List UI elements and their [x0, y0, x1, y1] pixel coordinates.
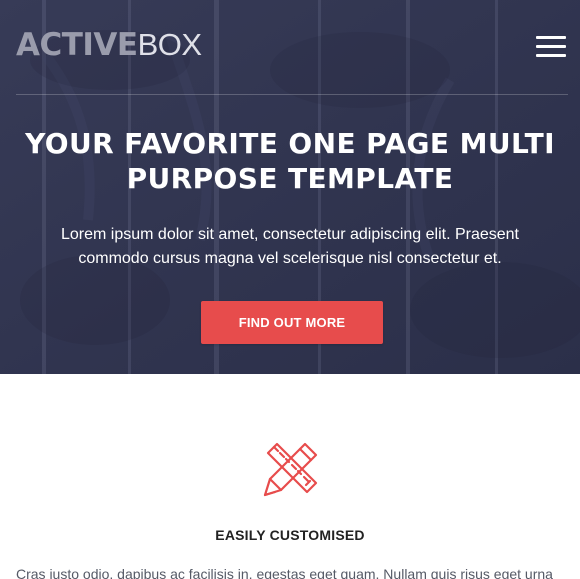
find-out-more-button[interactable]: FIND OUT MORE	[201, 301, 383, 344]
logo-active-text: ACTIVE	[16, 27, 138, 63]
hero-section: ACTIVEBOX YOUR FAVORITE ONE PAGE MULTI P…	[0, 0, 580, 374]
hero-description: Lorem ipsum dolor sit amet, consectetur …	[61, 226, 519, 267]
hero-title: YOUR FAVORITE ONE PAGE MULTI PURPOSE TEM…	[25, 127, 555, 195]
menu-bar-middle	[536, 45, 566, 48]
logo[interactable]: ACTIVEBOX	[16, 27, 202, 63]
logo-box-text: BOX	[137, 27, 202, 62]
pencil-ruler-icon	[263, 442, 318, 497]
top-navigation: ACTIVEBOX	[0, 0, 580, 94]
nav-divider	[16, 94, 568, 95]
hamburger-menu-button[interactable]	[534, 36, 568, 58]
menu-bar-bottom	[536, 54, 566, 57]
feature-title: EASILY CUSTOMISED	[215, 527, 365, 543]
features-section: EASILY CUSTOMISED Cras justo odio, dapib…	[0, 374, 580, 579]
menu-bar-top	[536, 36, 566, 39]
feature-description: Cras justo odio, dapibus ac facilisis in…	[16, 566, 553, 579]
